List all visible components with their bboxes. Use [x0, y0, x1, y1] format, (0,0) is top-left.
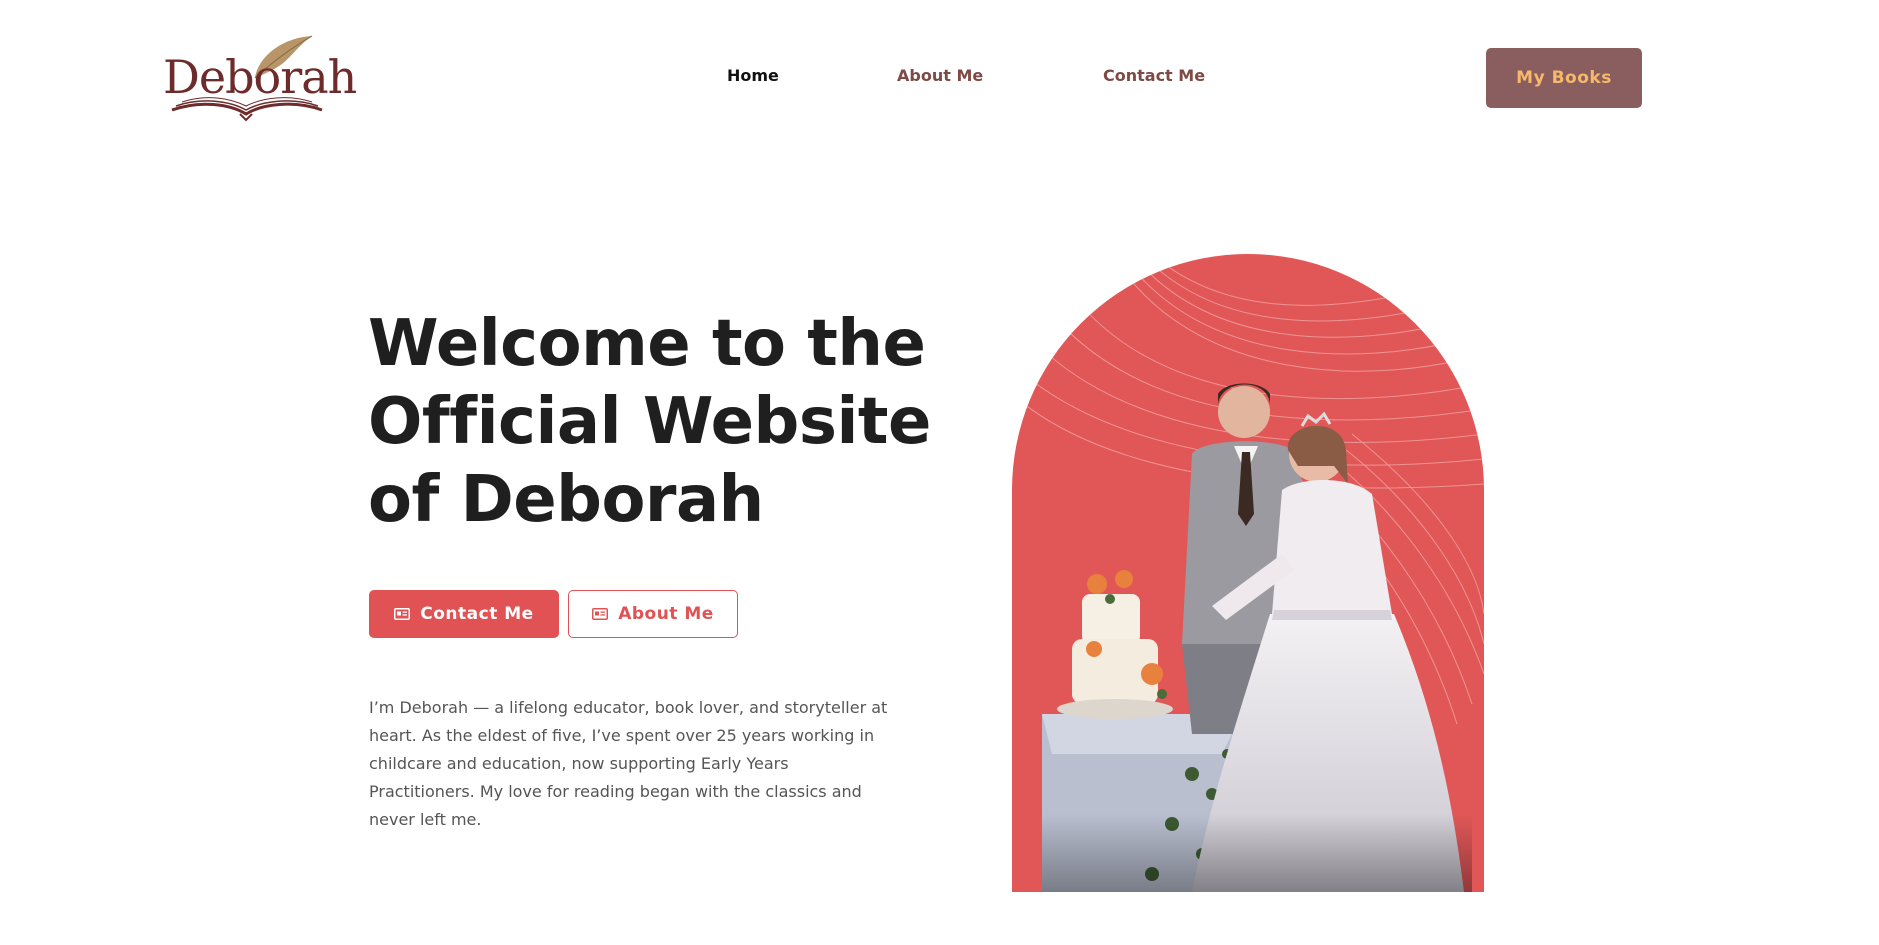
hero-title: Welcome to the Official Website of Debor…	[368, 307, 931, 537]
nav-about-me[interactable]: About Me	[897, 66, 983, 85]
nav-home[interactable]: Home	[727, 66, 779, 85]
contact-me-label: Contact Me	[420, 604, 534, 624]
hero-image	[1012, 254, 1484, 892]
site-header: Deborah Home About Me Contact Me My Book…	[0, 0, 1879, 160]
logo-text: Deborah	[163, 50, 357, 104]
about-me-label: About Me	[618, 604, 714, 624]
my-books-button[interactable]: My Books	[1486, 48, 1642, 108]
site-logo[interactable]: Deborah	[160, 30, 357, 122]
id-card-icon	[394, 608, 411, 620]
about-me-button[interactable]: About Me	[568, 590, 738, 638]
contact-me-button[interactable]: Contact Me	[369, 590, 559, 638]
hero-description: I’m Deborah — a lifelong educator, book …	[369, 698, 888, 829]
nav-contact-me[interactable]: Contact Me	[1103, 66, 1205, 85]
wedding-photo	[1012, 254, 1484, 892]
id-card-icon	[592, 608, 609, 620]
